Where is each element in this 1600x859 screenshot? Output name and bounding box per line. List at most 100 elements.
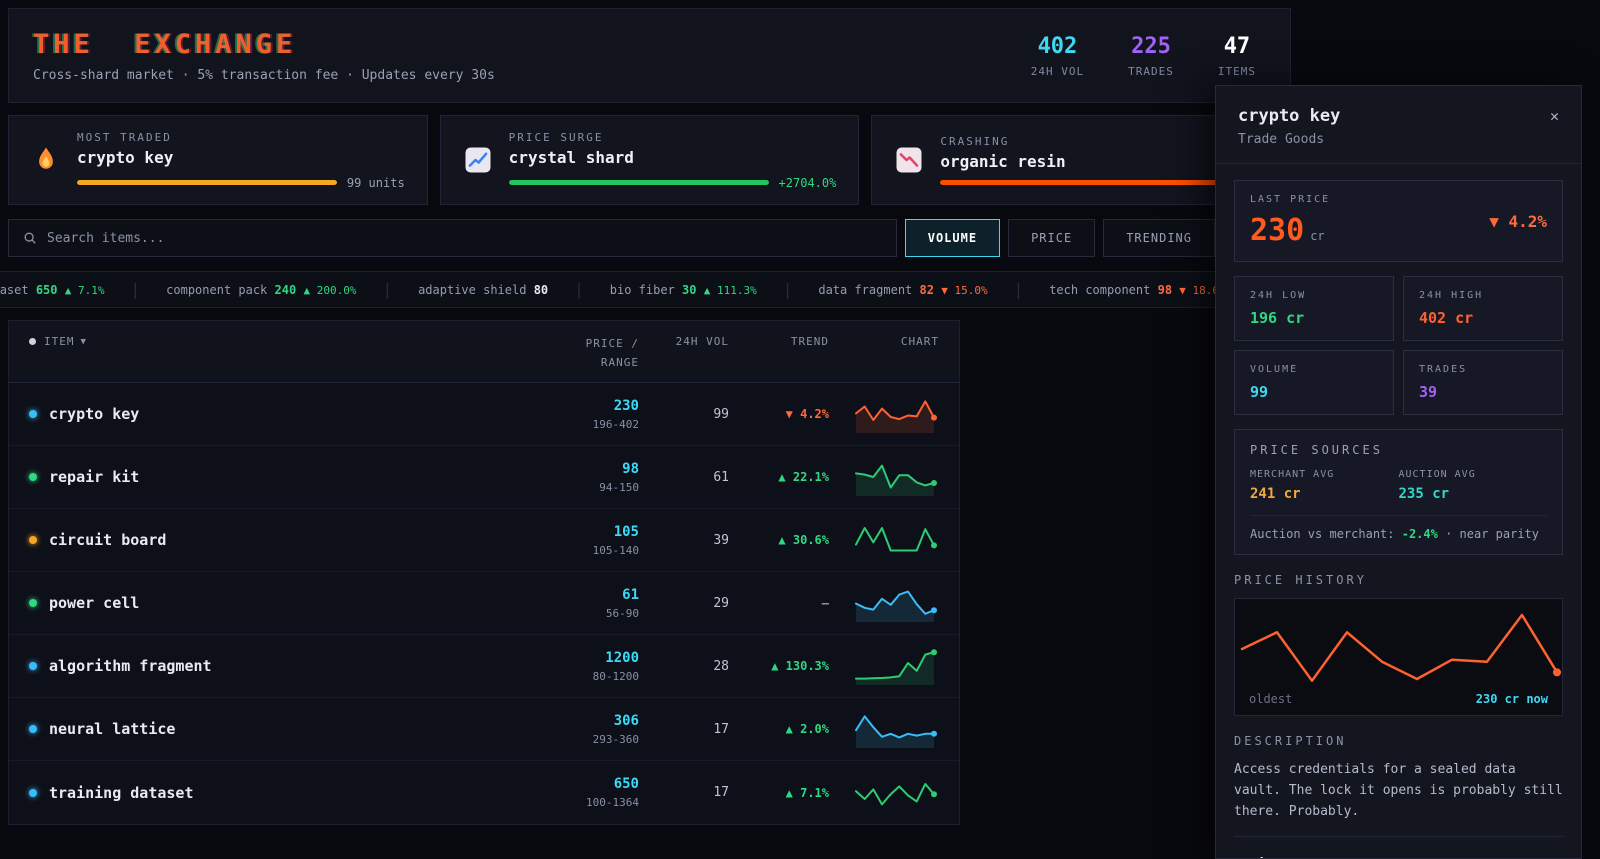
volume-bar-track (77, 180, 337, 185)
stat-box-24h-high: 24H HIGH 402 cr (1403, 276, 1563, 341)
stat-24h-vol: 402 24H VOL (1031, 34, 1084, 78)
card-most-traded-body: MOST TRADED crypto key 99 units (77, 131, 405, 190)
column-header-item-label: ITEM (44, 335, 75, 348)
item-price: 61 (622, 586, 639, 603)
stat-trades-value: 225 (1131, 33, 1171, 59)
table-row-training-dataset[interactable]: training dataset 650 100-1364 17 ▲ 7.1% (9, 761, 959, 824)
ticker-divider: | (782, 280, 793, 299)
item-trend: – (821, 596, 829, 611)
item-dot (29, 410, 37, 419)
description-label: DESCRIPTION (1234, 734, 1347, 748)
panel-item-title: crypto key (1238, 106, 1341, 126)
ticker-item-name: adaptive shield (418, 282, 527, 297)
last-price-label: LAST PRICE (1250, 194, 1331, 205)
ticker-item[interactable]: training dataset 650 ▲ 7.1% (0, 283, 105, 297)
item-name: repair kit (49, 468, 140, 487)
column-header-item[interactable]: ITEM ▼ (29, 335, 489, 348)
tab-price[interactable]: PRICE (1008, 219, 1096, 257)
auction-avg-label: AUCTION AVG (1398, 469, 1476, 480)
item-volume: 17 (713, 785, 729, 801)
item-sparkline (829, 393, 939, 435)
column-header-vol: 24H VOL (675, 335, 729, 348)
price-history-chart: oldest 230 cr now (1234, 598, 1563, 716)
stat-box-value: 39 (1419, 383, 1438, 401)
header: THE EXCHANGE Cross-shard market · 5% tra… (8, 8, 1291, 103)
ticker-divider: | (382, 280, 393, 299)
stat-items-label: ITEMS (1217, 64, 1256, 78)
ticker-item[interactable]: data fragment 82 ▼ 15.0% (818, 283, 987, 297)
merchant-avg-label: MERCHANT AVG (1250, 469, 1335, 480)
ticker-item-name: bio fiber (609, 282, 675, 297)
item-volume: 29 (713, 595, 729, 611)
table-row-algorithm-fragment[interactable]: algorithm fragment 1200 80-1200 28 ▲ 130.… (9, 635, 959, 699)
card-most-traded-value: 99 units (346, 175, 405, 190)
tab-trending[interactable]: TRENDING (1103, 219, 1215, 257)
item-description: Access credentials for a sealed data vau… (1234, 762, 1563, 819)
item-dot (29, 473, 37, 482)
table-row-power-cell[interactable]: power cell 61 56-90 29 – (9, 572, 959, 636)
search-input[interactable] (47, 230, 882, 246)
item-dot (29, 536, 37, 545)
item-trend: ▲ 130.3% (771, 659, 829, 674)
tab-volume[interactable]: VOLUME (904, 219, 1001, 257)
column-header-chart: CHART (900, 335, 939, 348)
item-meta: Rarity: Uncommon Base Price: 200 cr (1234, 836, 1563, 858)
item-header-dot (29, 338, 36, 345)
ticker-divider: | (1013, 280, 1024, 299)
table-header: ITEM ▼ PRICE / RANGE 24H VOL TREND CHART (9, 321, 959, 384)
item-name: neural lattice (49, 720, 176, 739)
stat-box-label: VOLUME (1250, 364, 1299, 375)
ticker-item-value: 82 (919, 282, 934, 297)
surge-bar-fill (508, 180, 769, 185)
ticker-item[interactable]: component pack 240 ▲ 200.0% (166, 283, 356, 297)
card-most-traded[interactable]: MOST TRADED crypto key 99 units (8, 115, 428, 205)
item-range: 94-150 (599, 480, 639, 494)
merchant-avg: MERCHANT AVG 241 cr (1250, 469, 1399, 502)
item-range: 196-402 (592, 417, 639, 431)
item-sparkline (829, 645, 939, 687)
item-price: 650 (613, 776, 639, 793)
close-icon[interactable]: ✕ (1550, 106, 1559, 126)
item-trend: ▼ 4.2% (785, 407, 829, 422)
ticker-item[interactable]: adaptive shield 80 (418, 283, 548, 297)
ticker-item-change: ▼ 15.0% (941, 283, 988, 297)
stat-24h-vol-label: 24H VOL (1030, 64, 1085, 78)
chart-down-icon (896, 147, 922, 173)
item-dot (29, 662, 37, 671)
ticker-item-name: tech component (1049, 282, 1151, 297)
item-volume: 99 (713, 406, 729, 422)
stat-items: 47 ITEMS (1218, 34, 1256, 78)
item-trend: ▲ 30.6% (778, 533, 829, 548)
volume-bar-fill (77, 180, 337, 185)
panel-item-category: Trade Goods (1238, 132, 1325, 147)
crash-bar-fill (940, 180, 1259, 185)
stat-box-label: TRADES (1419, 364, 1468, 375)
item-dot (29, 725, 37, 734)
table-row-crypto-key[interactable]: crypto key 230 196-402 99 ▼ 4.2% (9, 383, 959, 447)
app-subtitle: Cross-shard market · 5% transaction fee … (33, 67, 495, 83)
auction-avg-value: 235 cr (1398, 486, 1450, 502)
column-header-price: PRICE / RANGE (585, 337, 639, 369)
stat-trades: 225 TRADES (1128, 34, 1174, 78)
card-price-surge[interactable]: PRICE SURGE crystal shard +2704.0% (439, 115, 860, 205)
table-row-repair-kit[interactable]: repair kit 98 94-150 61 ▲ 22.1% (9, 446, 959, 510)
ticker-item[interactable]: bio fiber 30 ▲ 111.3% (610, 283, 757, 297)
card-most-traded-item: crypto key (77, 147, 174, 167)
ticker-item[interactable]: tech component 98 ▼ 18.6% (1049, 283, 1222, 297)
item-volume: 28 (713, 658, 729, 674)
table-row-circuit-board[interactable]: circuit board 105 105-140 39 ▲ 30.6% (9, 509, 959, 573)
stat-items-value: 47 (1223, 33, 1251, 59)
item-name: crypto key (49, 405, 140, 424)
item-name: training dataset (49, 783, 194, 802)
table-row-neural-lattice[interactable]: neural lattice 306 293-360 17 ▲ 2.0% (9, 698, 959, 762)
merchant-avg-value: 241 cr (1250, 486, 1301, 502)
history-now-label: 230 cr now (1475, 692, 1548, 706)
last-price-value: 230 (1250, 213, 1305, 248)
stat-box-value: 99 (1250, 383, 1269, 401)
item-price: 230 (613, 397, 639, 414)
price-sources-box: PRICE SOURCES MERCHANT AVG 241 cr AUCTIO… (1234, 429, 1563, 555)
item-dot (29, 599, 37, 608)
ticker-item-name: component pack (166, 282, 268, 297)
ticker-item-value: 240 (274, 282, 297, 297)
item-price: 98 (622, 460, 639, 477)
